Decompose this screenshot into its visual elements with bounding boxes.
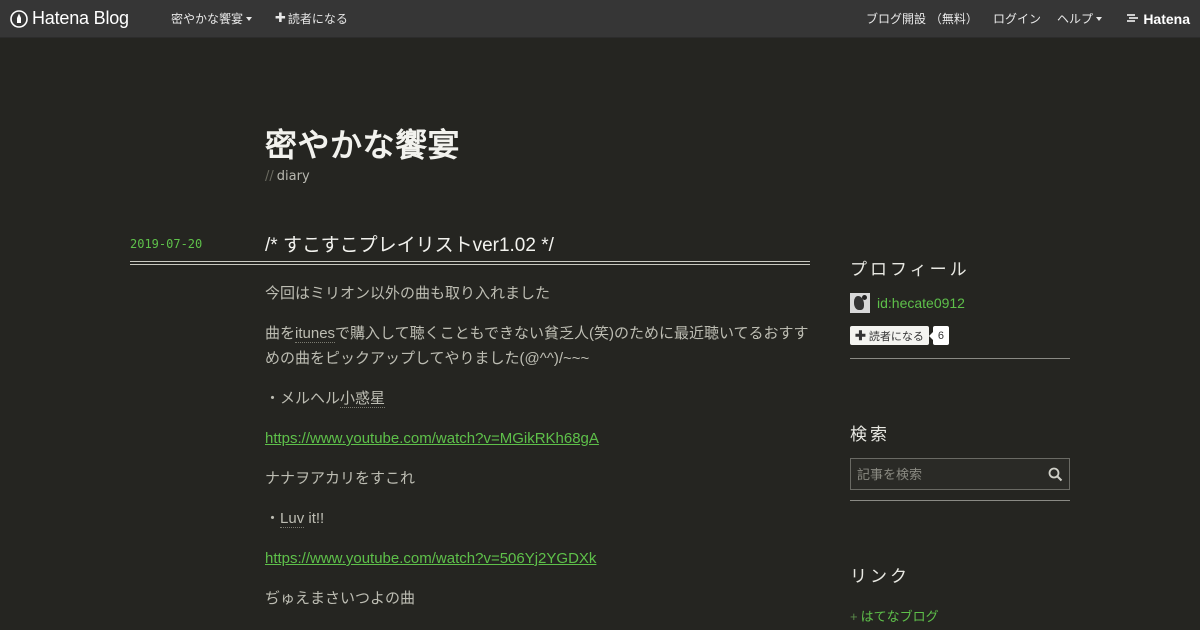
paragraph: ナナヲアカリをすこれ [265,470,416,487]
youtube-link[interactable]: https://www.youtube.com/watch?v=506Yj2YG… [265,550,596,567]
profile-id-link[interactable]: id:hecate0912 [877,295,965,311]
search-box [850,458,1070,490]
hatena-logo[interactable]: Hatena [1126,0,1190,37]
login-link[interactable]: ログイン [993,0,1041,37]
subscribe-row: ✚ 読者になる 6 [850,326,950,345]
link-prefix: + [850,609,858,624]
entry-content: 今回はミリオン以外の曲も取り入れました 曲をitunesで購入して聴くこともでき… [265,281,810,626]
blog-menu-label: 密やかな饗宴 [171,12,244,26]
subscribe-button[interactable]: ✚ 読者になる [275,0,348,37]
plus-icon: ✚ [855,327,866,343]
module-divider [850,358,1070,359]
text-segment: 曲を [265,325,296,342]
text-segment: ・ [265,510,281,527]
help-label: ヘルプ [1057,12,1094,26]
description-text: diary [276,169,310,184]
keyword-link[interactable]: 小惑星 [340,390,386,408]
text-segment: it!! [304,510,325,527]
open-blog-label: ブログ開設 （無料） [866,12,978,26]
song-line: ・メルヘル小惑星 [265,386,810,411]
profile-module-title: プロフィール [850,260,970,279]
logo-text: Hatena Blog [32,8,129,28]
help-dropdown[interactable]: ヘルプ [1057,0,1103,37]
text-segment: ・メルヘル [265,390,341,407]
entry-title[interactable]: /* すこすこプレイリストver1.02 */ [265,230,554,257]
paragraph: https://www.youtube.com/watch?v=506Yj2YG… [265,546,810,571]
subscriber-count[interactable]: 6 [928,326,950,345]
login-label: ログイン [993,12,1042,26]
caret-down-icon [246,17,253,21]
module-divider [850,500,1070,501]
global-header: Hatena Blog 密やかな饗宴 ✚ 読者になる ブログ開設 （無料） ログ… [0,0,1200,38]
paragraph: https://www.youtube.com/watch?v=MGikRKh6… [265,426,810,451]
keyword-link[interactable]: Luv [280,510,305,528]
description-prefix: // [265,169,274,184]
open-blog-link[interactable]: ブログ開設 （無料） [866,0,978,37]
entry-title-divider [130,261,810,265]
paragraph: 今回はミリオン以外の曲も取り入れました [265,285,551,302]
hatena-blog-pen-icon [10,9,28,28]
caret-down-icon [1096,17,1103,21]
blog-title[interactable]: 密やかな饗宴 [265,120,460,166]
profile-row: id:hecate0912 [850,293,965,313]
blog-menu-dropdown[interactable]: 密やかな饗宴 [171,0,253,37]
blog-description: //diary [265,169,310,184]
plus-icon: ✚ [275,11,286,26]
entry-date[interactable]: 2019-07-20 [130,237,202,251]
subscribe-label: 読者になる [868,330,924,343]
sidebar-link-hatena-blog[interactable]: + はてなブログ [850,606,939,625]
keyword-link[interactable]: itunes [295,325,336,343]
hatena-logo-text: Hatena [1143,10,1190,27]
sidebar-subscribe-button[interactable]: ✚ 読者になる [850,326,929,345]
text-segment: で購入して聴くこともできない貧乏人(笑)のために最近聴いてるおすすめの曲をピック… [265,325,809,367]
hatena-blog-logo[interactable]: Hatena Blog [10,0,129,37]
links-module-title: リンク [850,567,910,586]
youtube-link[interactable]: https://www.youtube.com/watch?v=MGikRKh6… [265,430,599,447]
search-module-title: 検索 [850,425,890,444]
search-button[interactable] [1041,459,1069,489]
search-icon [1048,467,1062,481]
search-input[interactable] [851,466,1041,482]
paragraph: 曲をitunesで購入して聴くこともできない貧乏人(笑)のために最近聴いてるおす… [265,321,810,371]
hatena-logo-icon [1127,14,1139,22]
paragraph: ぢゅえまさいつよの曲 [265,590,416,607]
avatar[interactable] [850,293,870,313]
subscribe-label: 読者になる [287,12,348,26]
link-label: はてなブログ [860,609,939,624]
song-line: ・Luv it!! [265,506,810,531]
